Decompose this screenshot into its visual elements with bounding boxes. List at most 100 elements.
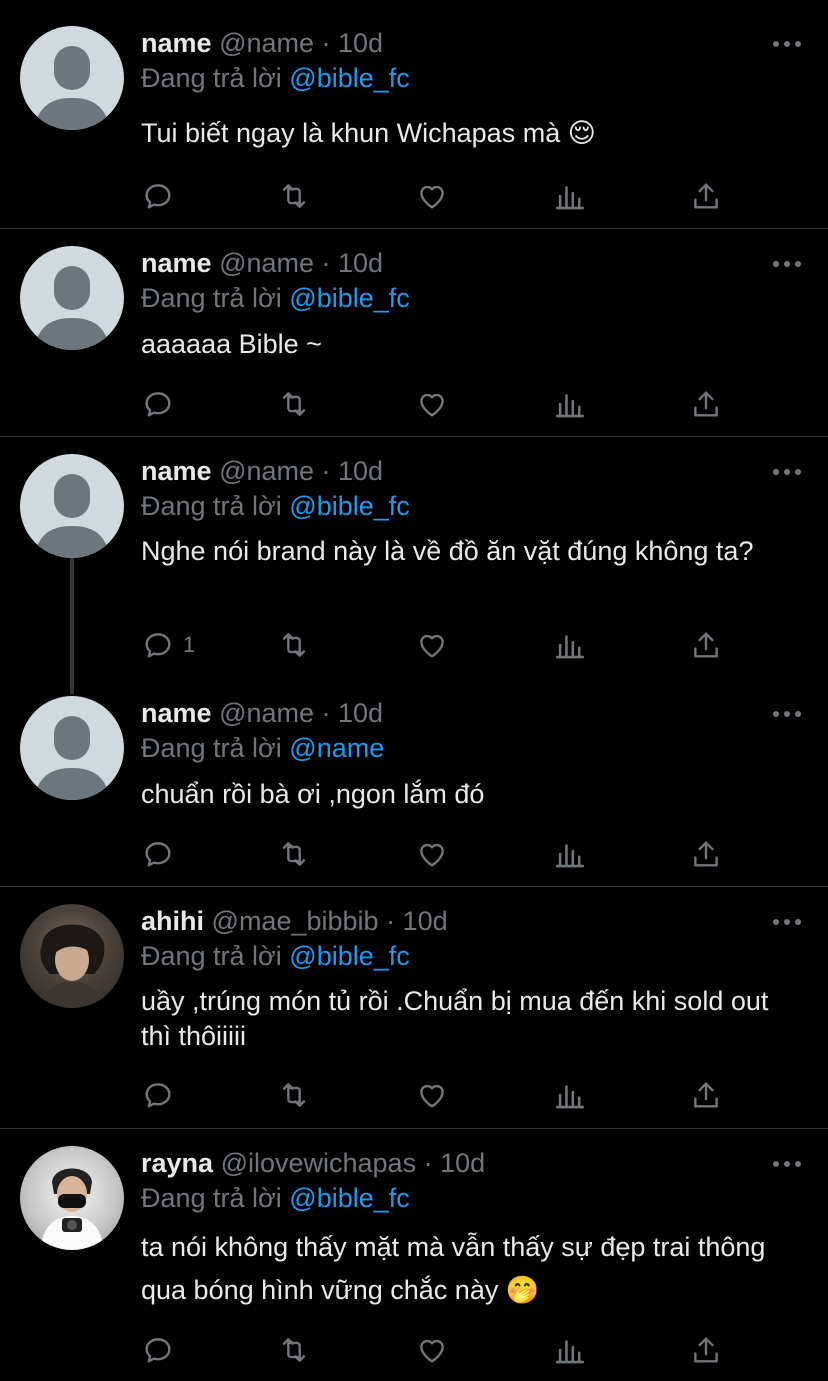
like-button[interactable] [415, 1077, 449, 1113]
replying-to: Đang trả lời @bible_fc [141, 489, 410, 523]
display-name[interactable]: name [141, 698, 212, 728]
retweet-icon [282, 392, 306, 416]
more-icon[interactable] [770, 462, 804, 482]
views-button[interactable] [553, 178, 587, 214]
reply-prefix: Đang trả lời [141, 733, 282, 763]
reply-button[interactable] [141, 178, 183, 214]
display-name[interactable]: ahihi [141, 906, 204, 936]
default-avatar-icon[interactable] [20, 696, 124, 800]
tweet-text: aaaaaa Bible ~ [141, 329, 322, 359]
share-icon [694, 841, 718, 867]
handle[interactable]: @name [219, 456, 314, 486]
retweet-icon [282, 1338, 306, 1362]
reply-button[interactable] [141, 836, 183, 872]
views-icon [555, 394, 585, 418]
tweet-text: ta nói không thấy mặt mà vẫn thấy sự đẹp… [141, 1232, 766, 1305]
share-icon [694, 391, 718, 417]
handle[interactable]: @ilovewichapas [221, 1148, 417, 1178]
retweet-button[interactable] [277, 386, 311, 422]
share-button[interactable] [689, 178, 723, 214]
tweet[interactable]: name @name · 10d Đang trả lời @bible_fc … [0, 0, 828, 228]
mention-link[interactable]: @bible_fc [289, 63, 409, 93]
share-button[interactable] [689, 627, 723, 663]
like-button[interactable] [415, 836, 449, 872]
timestamp[interactable]: · 10d [386, 906, 448, 936]
reply-prefix: Đang trả lời [141, 941, 282, 971]
reply-button[interactable] [141, 1077, 183, 1113]
reply-button[interactable]: 1 [141, 627, 195, 663]
retweet-button[interactable] [277, 1332, 311, 1368]
display-name[interactable]: rayna [141, 1148, 213, 1178]
views-button[interactable] [553, 627, 587, 663]
replying-to: Đang trả lời @bible_fc [141, 1181, 410, 1215]
more-icon[interactable] [770, 254, 804, 274]
mention-link[interactable]: @name [289, 733, 384, 763]
reply-button[interactable] [141, 386, 183, 422]
share-button[interactable] [689, 1077, 723, 1113]
views-icon [555, 844, 585, 868]
timestamp[interactable]: · 10d [322, 248, 384, 278]
share-button[interactable] [689, 1332, 723, 1368]
display-name[interactable]: name [141, 456, 212, 486]
display-name[interactable]: name [141, 28, 212, 58]
timestamp[interactable]: · 10d [322, 698, 384, 728]
replying-to: Đang trả lời @bible_fc [141, 939, 410, 973]
tweet[interactable]: name @name · 10d Đang trả lời @bible_fc … [0, 229, 828, 436]
more-icon[interactable] [770, 704, 804, 724]
retweet-icon [282, 184, 306, 208]
tweet[interactable]: rayna @ilovewichapas · 10d Đang trả lời … [0, 1129, 828, 1381]
views-icon [555, 186, 585, 210]
more-icon[interactable] [770, 34, 804, 54]
tweet-header: name @name · 10d [141, 454, 383, 488]
tweet-header: ahihi @mae_bibbib · 10d [141, 904, 448, 938]
reply-icon [145, 633, 171, 658]
heart-icon [420, 185, 444, 209]
avatar[interactable] [20, 904, 124, 1008]
default-avatar-icon[interactable] [20, 26, 124, 130]
like-button[interactable] [415, 386, 449, 422]
like-button[interactable] [415, 1332, 449, 1368]
reply-prefix: Đang trả lời [141, 491, 282, 521]
retweet-button[interactable] [277, 836, 311, 872]
retweet-button[interactable] [277, 1077, 311, 1113]
timestamp[interactable]: · 10d [322, 28, 384, 58]
mention-link[interactable]: @bible_fc [289, 941, 409, 971]
views-icon [555, 1340, 585, 1364]
views-button[interactable] [553, 1332, 587, 1368]
more-icon[interactable] [770, 912, 804, 932]
views-button[interactable] [553, 386, 587, 422]
views-icon [555, 1085, 585, 1109]
default-avatar-icon[interactable] [20, 454, 124, 558]
reply-icon [145, 1338, 171, 1363]
mention-link[interactable]: @bible_fc [289, 491, 409, 521]
retweet-icon [282, 842, 306, 866]
display-name[interactable]: name [141, 248, 212, 278]
tweet-header: name @name · 10d [141, 246, 383, 280]
like-button[interactable] [415, 627, 449, 663]
retweet-button[interactable] [277, 178, 311, 214]
mention-link[interactable]: @bible_fc [289, 1183, 409, 1213]
default-avatar-icon[interactable] [20, 246, 124, 350]
reply-button[interactable] [141, 1332, 183, 1368]
share-icon [694, 183, 718, 209]
like-button[interactable] [415, 178, 449, 214]
share-button[interactable] [689, 836, 723, 872]
reply-prefix: Đang trả lời [141, 1183, 282, 1213]
views-button[interactable] [553, 1077, 587, 1113]
handle[interactable]: @name [219, 248, 314, 278]
share-button[interactable] [689, 386, 723, 422]
mention-link[interactable]: @bible_fc [289, 283, 409, 313]
views-button[interactable] [553, 836, 587, 872]
avatar[interactable] [20, 1146, 124, 1250]
handle[interactable]: @mae_bibbib [212, 906, 379, 936]
timestamp[interactable]: · 10d [424, 1148, 486, 1178]
retweet-button[interactable] [277, 627, 311, 663]
more-icon[interactable] [770, 1154, 804, 1174]
tweet[interactable]: ahihi @mae_bibbib · 10d Đang trả lời @bi… [0, 887, 828, 1128]
handle[interactable]: @name [219, 28, 314, 58]
tweet[interactable]: name @name · 10d Đang trả lời @name chuẩ… [0, 679, 828, 886]
action-bar [141, 178, 741, 214]
timestamp[interactable]: · 10d [322, 456, 384, 486]
tweet[interactable]: name @name · 10d Đang trả lời @bible_fc … [0, 437, 828, 679]
handle[interactable]: @name [219, 698, 314, 728]
